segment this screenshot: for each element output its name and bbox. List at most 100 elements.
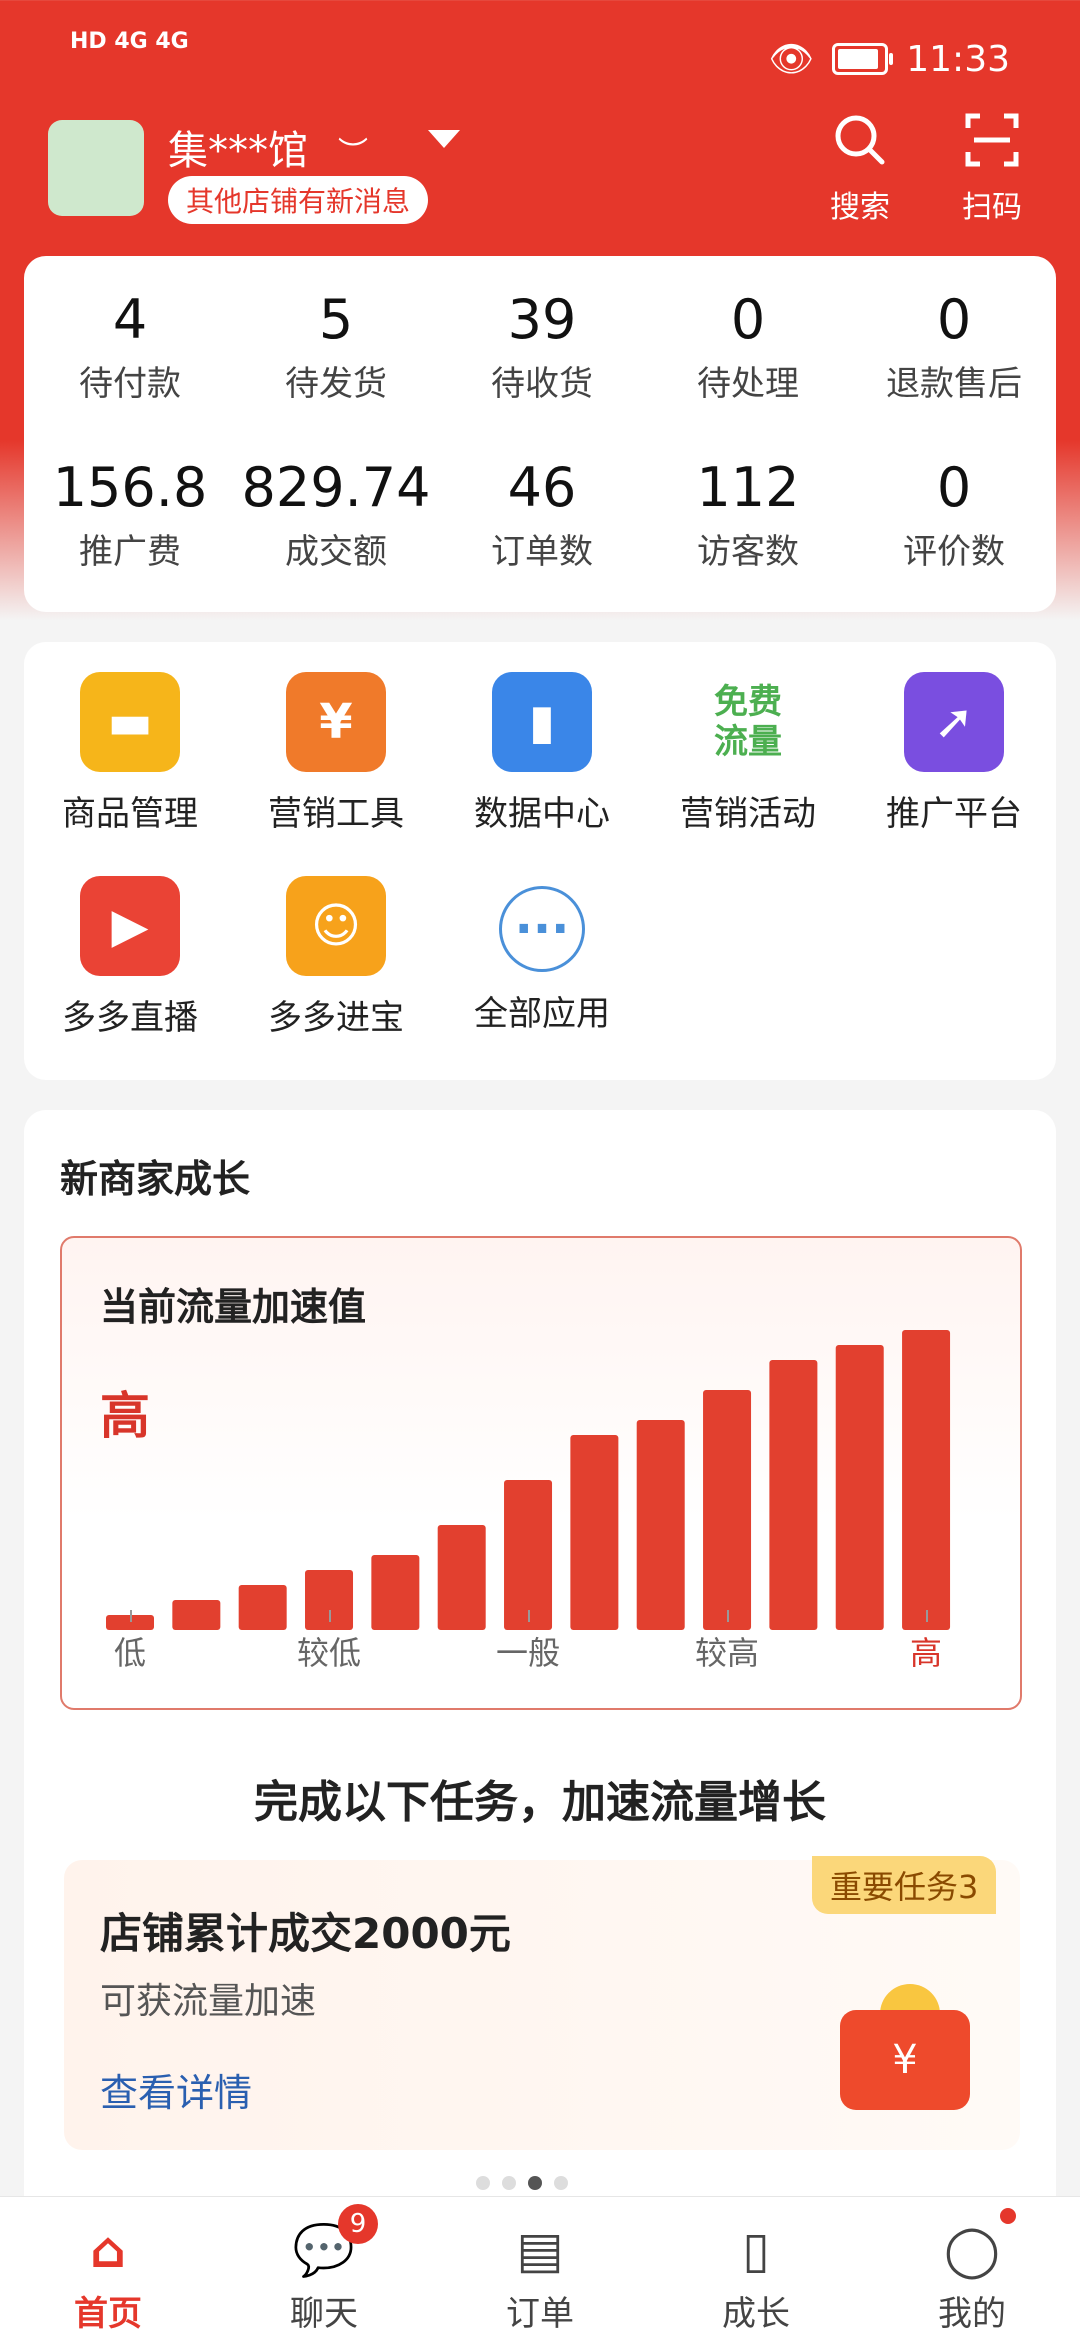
stat-item[interactable]: 0 待处理: [645, 288, 851, 405]
apps-card: ▬ 商品管理 ¥ 营销工具 ▮ 数据中心 免费 流量 营销活动 ➚ 推广平台 ▶ 多多直播 ☺ 多多进宝 ·…: [24, 642, 1056, 1080]
chart-bar: [238, 1585, 287, 1630]
stat-label: 订单数: [491, 532, 593, 572]
mascot-icon: ☺: [286, 876, 386, 976]
user-icon: ◯: [944, 2221, 1000, 2279]
chart-icon: ▮: [492, 672, 592, 772]
app-mascot[interactable]: ☺ 多多进宝: [233, 876, 439, 1039]
stat-item[interactable]: 0 退款售后: [851, 288, 1057, 405]
stat-item[interactable]: 0 评价数: [851, 456, 1057, 573]
app-bag[interactable]: ▬ 商品管理: [27, 672, 233, 835]
search-label: 搜索: [830, 190, 890, 225]
app-free-traffic[interactable]: 免费 流量 营销活动: [645, 672, 851, 835]
stat-value: 112: [696, 456, 800, 519]
chevron-down-icon[interactable]: [428, 130, 460, 148]
task-detail-link[interactable]: 查看详情: [100, 2062, 252, 2117]
stat-value: 0: [936, 288, 972, 351]
app-more[interactable]: ··· 全部应用: [439, 876, 645, 1035]
app-rocket[interactable]: ➚ 推广平台: [851, 672, 1057, 835]
shop-avatar[interactable]: [48, 120, 144, 216]
chart-bar: [769, 1360, 818, 1630]
stat-label: 待处理: [697, 364, 799, 404]
growth-title: 新商家成长: [60, 1157, 251, 1201]
task-badge: 重要任务3: [812, 1856, 997, 1914]
stat-value: 39: [507, 288, 577, 351]
tab-label: 订单: [506, 2294, 574, 2334]
task-heading: 完成以下任务，加速流量增长: [254, 1777, 826, 1828]
stat-item[interactable]: 5 待发货: [233, 288, 439, 405]
stat-label: 成交额: [285, 532, 387, 572]
app-label: 营销工具: [268, 794, 404, 834]
app-label: 全部应用: [474, 994, 610, 1034]
tab-book[interactable]: ▯ 成长: [686, 2220, 826, 2335]
chart-bar: [437, 1525, 486, 1630]
scan-button[interactable]: 扫码: [944, 112, 1040, 226]
stats-card: 4 待付款 5 待发货 39 待收货 0 待处理 0 退款售后 156.8 推广费 829.74 成交额 4…: [24, 256, 1056, 612]
bag-icon: ▬: [80, 672, 180, 772]
tab-order[interactable]: ▤ 订单: [470, 2220, 610, 2335]
carousel-dot-active: [528, 2176, 542, 2190]
stat-value: 829.74: [241, 456, 431, 519]
tab-label: 聊天: [290, 2294, 358, 2334]
stat-value: 156.8: [52, 456, 208, 519]
chart-bar: [172, 1600, 221, 1630]
eye-closed-icon[interactable]: ︶: [338, 128, 368, 172]
stat-item[interactable]: 39 待收货: [439, 288, 645, 405]
battery-icon: [832, 43, 894, 75]
stat-value: 46: [507, 456, 577, 519]
carousel-dot: [554, 2176, 568, 2190]
stat-label: 访客数: [697, 532, 799, 572]
shop-name[interactable]: 集***馆: [168, 118, 308, 176]
tab-chat[interactable]: 💬 聊天: [254, 2220, 394, 2335]
app-ticket[interactable]: ¥ 营销工具: [233, 672, 439, 835]
stat-label: 待付款: [79, 364, 181, 404]
axis-label: 较高: [695, 1634, 760, 1672]
app-label: 推广平台: [886, 794, 1022, 834]
chart-bar: [371, 1555, 420, 1630]
chart-bar: [504, 1480, 553, 1630]
task-title: 店铺累计成交2000元: [100, 1909, 511, 1958]
stat-value: 5: [318, 288, 354, 351]
stat-label: 退款售后: [886, 364, 1022, 404]
stat-label: 待发货: [285, 364, 387, 404]
notification-dot: [1000, 2208, 1016, 2224]
stat-value: 0: [936, 456, 972, 519]
tab-user[interactable]: ◯ 我的: [902, 2220, 1042, 2335]
tab-home[interactable]: ⌂ 首页: [38, 2220, 178, 2335]
stat-label: 待收货: [491, 364, 593, 404]
more-icon: ···: [499, 886, 585, 972]
stat-value: 4: [112, 288, 148, 351]
axis-tick: [727, 1610, 730, 1622]
app-label: 营销活动: [680, 794, 816, 834]
scan-icon: [944, 112, 1040, 182]
ticket-icon: ¥: [286, 672, 386, 772]
status-bar: HD 4G 4G 👁 11:33: [0, 0, 1080, 120]
app-label: 商品管理: [62, 794, 198, 834]
video-icon: ▶: [80, 876, 180, 976]
app-label: 多多进宝: [268, 998, 404, 1038]
app-chart[interactable]: ▮ 数据中心: [439, 672, 645, 835]
stat-item[interactable]: 829.74 成交额: [233, 456, 439, 573]
app-video[interactable]: ▶ 多多直播: [27, 876, 233, 1039]
axis-tick: [329, 1610, 331, 1622]
unread-badge: 9: [338, 2204, 378, 2244]
carousel-dots: [476, 2176, 568, 2190]
axis-tick: [130, 1610, 132, 1622]
shop-notice-badge[interactable]: 其他店铺有新消息: [168, 176, 429, 224]
tab-label: 首页: [74, 2294, 142, 2334]
axis-label: 一般: [496, 1634, 561, 1672]
signal-indicators: HD 4G 4G: [70, 29, 189, 54]
stat-label: 评价数: [903, 532, 1005, 572]
stat-item[interactable]: 4 待付款: [27, 288, 233, 405]
traffic-bar-chart: [106, 1330, 951, 1630]
scan-label: 扫码: [962, 190, 1022, 225]
stat-item[interactable]: 46 订单数: [439, 456, 645, 573]
axis-tick: [926, 1610, 929, 1622]
chart-bar: [703, 1390, 752, 1630]
carousel-dot: [476, 2176, 490, 2190]
search-button[interactable]: 搜索: [812, 112, 908, 226]
red-packet-icon: ¥: [840, 2010, 970, 2110]
app-label: 多多直播: [62, 998, 198, 1038]
tab-label: 我的: [938, 2294, 1006, 2334]
stat-item[interactable]: 112 访客数: [645, 456, 851, 573]
stat-item[interactable]: 156.8 推广费: [27, 456, 233, 573]
